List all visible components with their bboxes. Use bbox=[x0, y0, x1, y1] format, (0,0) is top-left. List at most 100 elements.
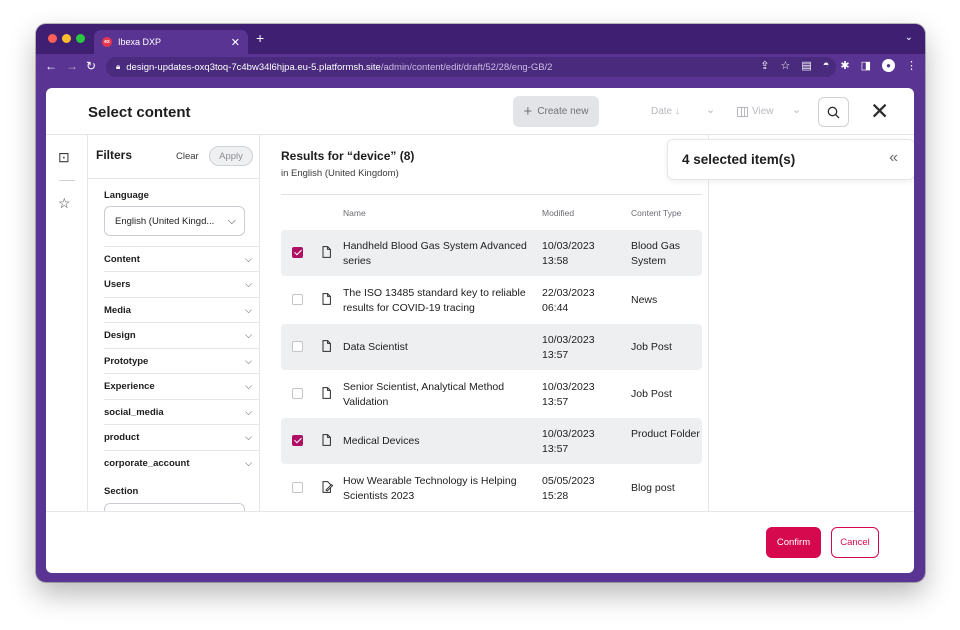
table-row[interactable]: Senior Scientist, Analytical Method Vali… bbox=[281, 371, 702, 417]
profile-avatar-icon[interactable]: ● bbox=[882, 59, 895, 72]
row-checkbox[interactable] bbox=[292, 294, 303, 305]
column-header-content-type[interactable]: Content Type bbox=[631, 208, 681, 218]
section-select[interactable] bbox=[104, 503, 245, 511]
tab-bar: ex Ibexa DXP ✕ + ⌄ bbox=[36, 24, 925, 54]
chevron-down-icon: ⌵ bbox=[227, 215, 236, 227]
table-row[interactable]: Data Scientist 10/03/2023 13:57 Job Post bbox=[281, 324, 702, 370]
tab-list-chevron-icon[interactable]: ⌄ bbox=[905, 32, 913, 43]
row-content-type: Blog post bbox=[631, 482, 675, 494]
new-tab-icon[interactable]: + bbox=[256, 30, 264, 46]
puzzle-icon[interactable]: ✱ bbox=[840, 59, 849, 72]
file-icon bbox=[322, 292, 331, 305]
filter-group-label: product bbox=[104, 431, 140, 443]
view-dropdown[interactable]: View bbox=[737, 106, 774, 117]
filters-title: Filters bbox=[96, 148, 133, 162]
filter-group-design[interactable]: Design ⌵ bbox=[104, 322, 259, 347]
column-header-name[interactable]: Name bbox=[343, 208, 366, 218]
row-modified: 10/03/2023 13:57 bbox=[542, 381, 595, 408]
cancel-button[interactable]: Cancel bbox=[831, 527, 879, 558]
tab-title: Ibexa DXP bbox=[118, 37, 162, 47]
results-divider bbox=[281, 194, 702, 195]
filter-group-social-media[interactable]: social_media ⌵ bbox=[104, 399, 259, 424]
row-content-type: Blood Gas System bbox=[631, 240, 681, 267]
menu-dots-icon[interactable]: ⋮ bbox=[906, 59, 917, 72]
create-new-label: Create new bbox=[537, 106, 589, 117]
minimize-window-button[interactable] bbox=[62, 34, 71, 43]
filter-group-prototype[interactable]: Prototype ⌵ bbox=[104, 348, 259, 373]
browser-toolbar: ← → ↻ 🔒︎ design-updates-oxq3toq-7c4bw34l… bbox=[36, 54, 925, 80]
chevron-down-icon: ⌵ bbox=[245, 381, 252, 391]
filter-group-content[interactable]: Content ⌵ bbox=[104, 246, 259, 271]
filter-group-experience[interactable]: Experience ⌵ bbox=[104, 373, 259, 398]
file-icon bbox=[322, 339, 331, 352]
create-new-button[interactable]: + Create new bbox=[513, 96, 599, 127]
row-name: The ISO 13485 standard key to reliable r… bbox=[343, 287, 526, 314]
bookmarks-star-icon[interactable]: ☆ bbox=[58, 195, 71, 212]
table-row[interactable]: The ISO 13485 standard key to reliable r… bbox=[281, 277, 702, 323]
row-checkbox[interactable] bbox=[292, 388, 303, 399]
url-host: design-updates-oxq3toq-7c4bw34l6hjpa.eu-… bbox=[126, 61, 381, 73]
browser-window: ex Ibexa DXP ✕ + ⌄ ← → ↻ 🔒︎ design-updat… bbox=[36, 24, 925, 582]
back-arrow-icon[interactable]: ← bbox=[45, 59, 57, 73]
modal-footer: Confirm Cancel bbox=[46, 511, 914, 573]
lock-icon: 🔒︎ bbox=[116, 62, 121, 71]
apply-filters-button[interactable]: Apply bbox=[209, 146, 253, 166]
chevron-down-icon: ⌵ bbox=[245, 330, 252, 340]
filter-group-label: Prototype bbox=[104, 355, 149, 367]
sort-dropdown[interactable]: Date ↓ bbox=[651, 106, 680, 117]
section-label: Section bbox=[104, 486, 139, 497]
row-checkbox[interactable] bbox=[292, 435, 303, 446]
filter-group-label: Users bbox=[104, 278, 131, 290]
row-modified: 10/03/2023 13:57 bbox=[542, 428, 595, 455]
url-path: /admin/content/edit/draft/52/28/eng-GB/2 bbox=[380, 61, 553, 73]
filter-group-label: Content bbox=[104, 253, 140, 265]
row-checkbox[interactable] bbox=[292, 341, 303, 352]
confirm-button[interactable]: Confirm bbox=[766, 527, 821, 558]
results-panel: Results for “device” (8) in English (Uni… bbox=[260, 135, 708, 511]
table-row[interactable]: Handheld Blood Gas System Advanced serie… bbox=[281, 230, 702, 276]
browse-tree-icon[interactable]: ⊡ bbox=[58, 149, 70, 166]
row-checkbox[interactable] bbox=[292, 482, 303, 493]
sidebar-toggle-icon[interactable]: ◨ bbox=[861, 59, 871, 72]
bookmark-star-icon[interactable]: ☆ bbox=[780, 59, 790, 72]
filter-group-product[interactable]: product ⌵ bbox=[104, 424, 259, 449]
close-window-button[interactable] bbox=[48, 34, 57, 43]
select-content-modal: Select content + Create new Date ↓ ⌄ Vie… bbox=[46, 88, 914, 573]
forward-arrow-icon[interactable]: → bbox=[66, 59, 78, 73]
maximize-window-button[interactable] bbox=[76, 34, 85, 43]
filter-group-media[interactable]: Media ⌵ bbox=[104, 297, 259, 322]
language-select[interactable]: English (United Kingd... ⌵ bbox=[104, 206, 245, 236]
clear-filters-button[interactable]: Clear bbox=[176, 151, 199, 162]
row-modified: 10/03/2023 13:58 bbox=[542, 240, 595, 267]
file-icon bbox=[322, 245, 331, 258]
selected-count: 4 selected item(s) bbox=[682, 152, 796, 167]
share-icon[interactable]: ⇪ bbox=[760, 59, 769, 72]
tab-close-icon[interactable]: ✕ bbox=[231, 36, 240, 49]
row-content-type: Job Post bbox=[631, 388, 672, 400]
modal-header: Select content + Create new Date ↓ ⌄ Vie… bbox=[46, 88, 914, 135]
extension-icon[interactable]: ▤ bbox=[801, 59, 811, 72]
view-chevron-down-icon[interactable]: ⌄ bbox=[792, 103, 801, 116]
collapse-double-chevron-icon[interactable]: « bbox=[889, 149, 898, 167]
file-icon bbox=[322, 433, 331, 446]
columns-view-icon bbox=[737, 106, 748, 117]
sort-chevron-down-icon[interactable]: ⌄ bbox=[706, 103, 715, 116]
chevron-down-icon: ⌵ bbox=[245, 432, 252, 442]
filter-group-users[interactable]: Users ⌵ bbox=[104, 271, 259, 296]
filter-group-label: corporate_account bbox=[104, 457, 190, 469]
table-row[interactable]: Medical Devices 10/03/2023 13:57 Product F… bbox=[281, 418, 702, 464]
search-button[interactable] bbox=[818, 97, 849, 127]
address-bar[interactable]: 🔒︎ design-updates-oxq3toq-7c4bw34l6hjpa.… bbox=[106, 57, 836, 77]
row-checkbox[interactable] bbox=[292, 247, 303, 258]
table-row[interactable]: How Wearable Technology is Helping Scien… bbox=[281, 465, 702, 511]
filter-group-corporate-account[interactable]: corporate_account ⌵ bbox=[104, 450, 259, 475]
column-header-modified[interactable]: Modified bbox=[542, 208, 574, 218]
results-title: Results for “device” (8) bbox=[281, 149, 415, 163]
row-content-type: Job Post bbox=[631, 341, 672, 353]
close-modal-icon[interactable]: ✕ bbox=[870, 100, 889, 123]
row-modified: 22/03/2023 06:44 bbox=[542, 287, 595, 314]
language-value: English (United Kingd... bbox=[115, 215, 215, 227]
reload-icon[interactable]: ↻ bbox=[86, 59, 96, 73]
browser-tab[interactable]: ex Ibexa DXP ✕ bbox=[94, 30, 248, 54]
extension-round-icon[interactable]: ◓ bbox=[823, 59, 830, 72]
